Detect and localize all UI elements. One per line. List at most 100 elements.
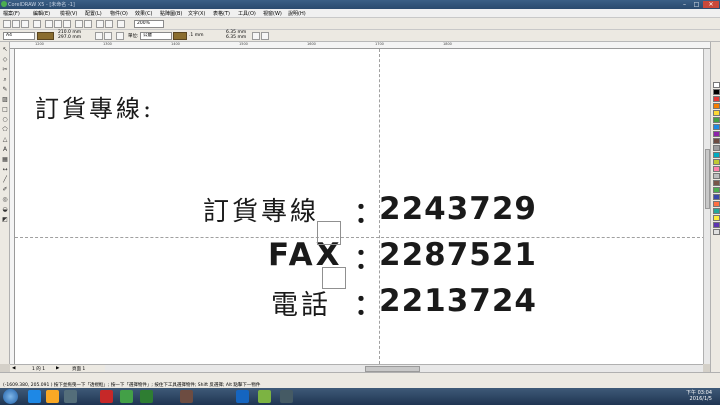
- hotline-number[interactable]: 2243729: [379, 191, 537, 227]
- app-icon-green[interactable]: [258, 390, 271, 403]
- zoom-tool-icon[interactable]: ⌕: [1, 76, 9, 84]
- color-swatch[interactable]: [713, 103, 720, 109]
- explorer-icon[interactable]: [46, 390, 59, 403]
- color-swatch[interactable]: [713, 201, 720, 207]
- menu-tools[interactable]: 工具(O): [238, 10, 256, 17]
- color-swatch[interactable]: [713, 82, 720, 88]
- color-swatch[interactable]: [713, 117, 720, 123]
- interactive-fill-icon[interactable]: ◩: [1, 216, 9, 224]
- landscape-icon[interactable]: [104, 32, 112, 40]
- duplicate-y[interactable]: 6.35 mm: [226, 35, 246, 40]
- menu-text[interactable]: 文字(X): [188, 10, 205, 17]
- color-swatch[interactable]: [713, 222, 720, 228]
- menu-effects[interactable]: 效果(C): [135, 10, 152, 17]
- media-player-icon[interactable]: [64, 390, 77, 403]
- fill-tool-icon[interactable]: ◒: [1, 206, 9, 214]
- selection-box[interactable]: [317, 221, 341, 245]
- basic-shapes-icon[interactable]: △: [1, 136, 9, 144]
- color-swatch[interactable]: [713, 180, 720, 186]
- color-swatch[interactable]: [713, 187, 720, 193]
- app-icon-gray[interactable]: [280, 390, 293, 403]
- undo-icon[interactable]: [75, 20, 83, 28]
- text-tool-icon[interactable]: A: [1, 146, 9, 154]
- nudge-distance[interactable]: .1 mm: [189, 33, 204, 38]
- portrait-icon[interactable]: [95, 32, 103, 40]
- copy-icon[interactable]: [54, 20, 62, 28]
- color-swatch[interactable]: [713, 159, 720, 165]
- hotline-label[interactable]: 訂貨專線: [203, 191, 319, 228]
- shape-tool-icon[interactable]: ◇: [1, 56, 9, 64]
- close-button[interactable]: ✕: [703, 1, 719, 8]
- all-pages-icon[interactable]: [116, 32, 124, 40]
- system-clock[interactable]: 下午 03:04 2016/1/5: [686, 390, 712, 402]
- page-height-value[interactable]: 297.0 mm: [58, 35, 81, 40]
- color-swatch[interactable]: [713, 96, 720, 102]
- cut-icon[interactable]: [45, 20, 53, 28]
- color-swatch[interactable]: [713, 166, 720, 172]
- menu-file[interactable]: 檔案(F): [3, 10, 20, 17]
- vertical-scrollbar[interactable]: [703, 49, 710, 364]
- ellipse-tool-icon[interactable]: ○: [1, 116, 9, 124]
- horizontal-ruler[interactable]: 1200 1300 1400 1500 1600 1700 1800: [10, 42, 710, 49]
- illustrator-icon[interactable]: [180, 390, 193, 403]
- color-swatch[interactable]: [713, 208, 720, 214]
- chrome-icon[interactable]: [120, 390, 133, 403]
- color-swatch[interactable]: [713, 138, 720, 144]
- horizontal-scrollbar[interactable]: [105, 364, 703, 372]
- color-swatch[interactable]: [713, 229, 720, 235]
- menu-object[interactable]: 物件(O): [110, 10, 128, 17]
- color-swatch[interactable]: [713, 145, 720, 151]
- menu-view[interactable]: 檢視(V): [60, 10, 77, 17]
- menu-help[interactable]: 說明(H): [288, 10, 306, 17]
- drawing-canvas[interactable]: 訂貨專線: 訂貨專線 ： 2243729 FAX ： 2287521 電話 ： …: [15, 49, 710, 364]
- phone-number[interactable]: 2213724: [379, 283, 537, 319]
- polygon-tool-icon[interactable]: ⬠: [1, 126, 9, 134]
- fax-number[interactable]: 2287521: [379, 237, 537, 273]
- first-page-icon[interactable]: ◀: [12, 366, 15, 371]
- corel-icon[interactable]: [100, 390, 113, 403]
- print-icon[interactable]: [33, 20, 41, 28]
- menu-table[interactable]: 表格(T): [213, 10, 230, 17]
- ie-icon[interactable]: [28, 390, 41, 403]
- dimension-tool-icon[interactable]: ↔: [1, 166, 9, 174]
- color-swatch[interactable]: [713, 215, 720, 221]
- page-size-select[interactable]: A4: [3, 32, 35, 40]
- menu-layout[interactable]: 配置(L): [85, 10, 102, 17]
- units-select[interactable]: 公釐: [140, 32, 172, 40]
- zoom-level-select[interactable]: 200%: [134, 20, 164, 28]
- app-launcher-icon[interactable]: [117, 20, 125, 28]
- color-swatch[interactable]: [713, 194, 720, 200]
- menu-bitmaps[interactable]: 點陣圖(B): [160, 10, 182, 17]
- color-swatch[interactable]: [713, 89, 720, 95]
- paste-icon[interactable]: [63, 20, 71, 28]
- units-options-icon[interactable]: [252, 32, 260, 40]
- color-swatch[interactable]: [713, 131, 720, 137]
- color-swatch[interactable]: [713, 152, 720, 158]
- freehand-tool-icon[interactable]: ✎: [1, 86, 9, 94]
- import-icon[interactable]: [96, 20, 104, 28]
- table-tool-icon[interactable]: ▦: [1, 156, 9, 164]
- new-document-icon[interactable]: [3, 20, 11, 28]
- maximize-button[interactable]: □: [691, 1, 702, 8]
- open-icon[interactable]: [12, 20, 20, 28]
- eyedropper-icon[interactable]: ✐: [1, 186, 9, 194]
- menu-edit[interactable]: 編輯(E): [33, 10, 50, 17]
- save-icon[interactable]: [21, 20, 29, 28]
- outline-tool-icon[interactable]: ◎: [1, 196, 9, 204]
- redo-icon[interactable]: [84, 20, 92, 28]
- excel-icon[interactable]: [140, 390, 153, 403]
- treat-as-filled-icon[interactable]: [261, 32, 269, 40]
- rectangle-tool-icon[interactable]: □: [1, 106, 9, 114]
- selection-box[interactable]: [322, 267, 346, 289]
- crop-tool-icon[interactable]: ✂: [1, 66, 9, 74]
- start-button[interactable]: [3, 389, 18, 404]
- menu-window[interactable]: 視窗(W): [263, 10, 282, 17]
- color-swatch[interactable]: [713, 173, 720, 179]
- last-page-icon[interactable]: ▶: [56, 366, 59, 371]
- word-icon[interactable]: [236, 390, 249, 403]
- color-swatch[interactable]: [713, 124, 720, 130]
- connector-tool-icon[interactable]: ╱: [1, 176, 9, 184]
- export-icon[interactable]: [105, 20, 113, 28]
- smart-fill-icon[interactable]: ▨: [1, 96, 9, 104]
- heading-text[interactable]: 訂貨專線:: [35, 89, 154, 124]
